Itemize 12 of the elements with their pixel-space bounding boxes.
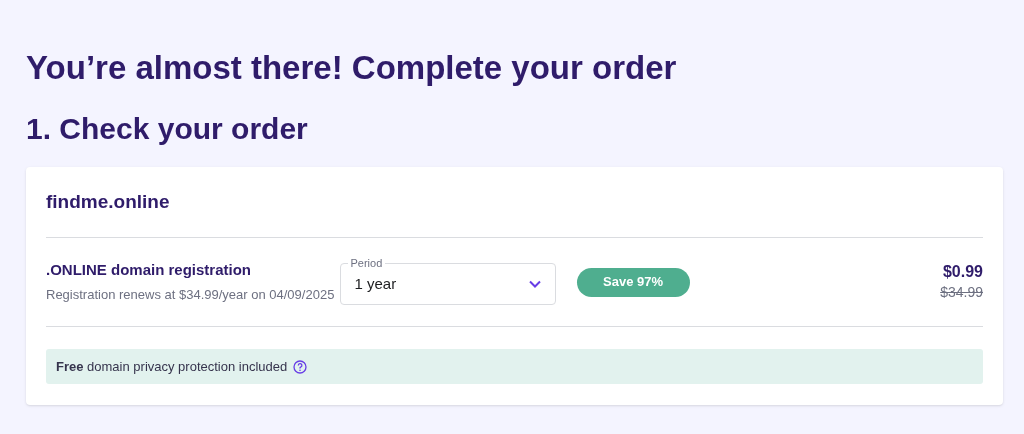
chevron-down-icon (528, 280, 541, 288)
period-value: 1 year (354, 273, 398, 294)
discount-badge: Save 97% (576, 267, 690, 297)
privacy-note: Free domain privacy protection included (56, 357, 288, 376)
help-icon[interactable] (293, 359, 308, 374)
price: $0.99 (942, 261, 983, 282)
step-title: 1. Check your order (26, 111, 309, 147)
page-heading: You’re almost there! Complete your order (26, 48, 678, 88)
old-price: $34.99 (940, 282, 983, 302)
domain-name: findme.online (46, 190, 171, 214)
renewal-note: Registration renews at $34.99/year on 04/09/2025 (46, 285, 336, 304)
item-name: .ONLINE domain registration (46, 259, 253, 280)
